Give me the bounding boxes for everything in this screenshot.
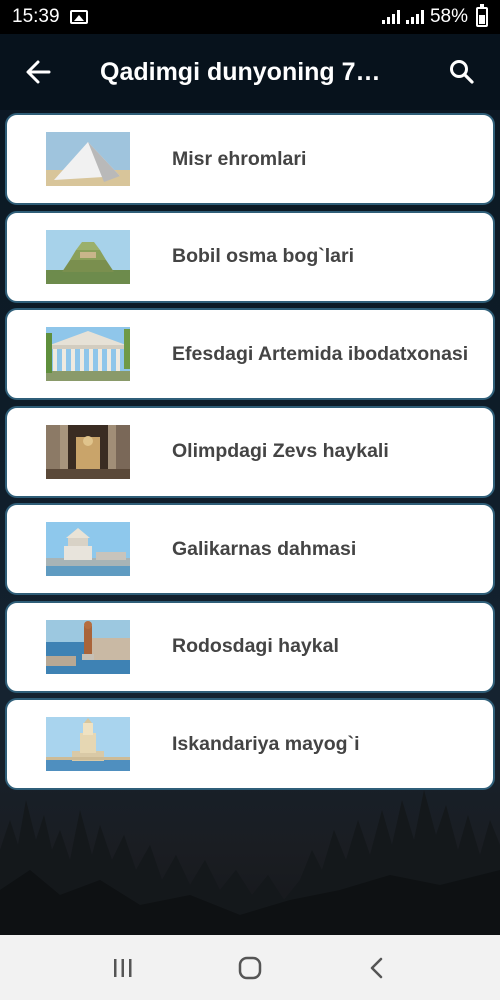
- colossus-of-rhodes-thumbnail: [46, 619, 130, 674]
- home-button[interactable]: [220, 938, 280, 998]
- list-item-label: Misr ehromlari: [172, 147, 307, 170]
- app-bar: Qadimgi dunyoning 7…: [0, 34, 500, 110]
- battery-icon: [476, 4, 488, 27]
- list-item-label: Bobil osma bog`lari: [172, 245, 355, 267]
- statue-of-zeus-thumbnail: [46, 424, 130, 479]
- hanging-gardens-thumbnail: [46, 229, 130, 284]
- lighthouse-of-alexandria-thumbnail: [46, 717, 130, 771]
- status-icons: 58%: [381, 4, 488, 28]
- list-item-label: Rodosdagi haykal: [172, 635, 339, 657]
- back-button[interactable]: [0, 34, 76, 110]
- signal-icon: [405, 10, 424, 24]
- list-item[interactable]: Efesdagi Artemida ibodatxonasi: [5, 308, 495, 400]
- nav-back-button[interactable]: [347, 938, 407, 998]
- list-item-label: Galikarnas dahmasi: [172, 537, 357, 560]
- signal-icon: [381, 10, 400, 24]
- recent-apps-icon: [114, 958, 132, 977]
- page-title: Qadimgi dunyoning 7…: [100, 57, 381, 86]
- temple-of-artemis-thumbnail: [46, 327, 130, 381]
- recent-apps-button[interactable]: [93, 938, 153, 998]
- search-icon: [450, 60, 474, 84]
- gallery-icon: [69, 10, 88, 24]
- list-item[interactable]: Galikarnas dahmasi: [5, 503, 495, 595]
- pyramid-thumbnail: [46, 132, 130, 186]
- list-item[interactable]: Bobil osma bog`lari: [5, 210, 495, 303]
- list-item[interactable]: Misr ehromlari: [5, 113, 495, 205]
- system-nav-bar: [0, 935, 500, 1000]
- back-icon: [370, 957, 382, 978]
- list-item-label: Olimpdagi Zevs haykali: [172, 440, 389, 462]
- list-item-label: Iskandariya mayog`i: [172, 732, 360, 755]
- wonders-list: Misr ehromlari Bobil osma bog`lari Efesd…: [5, 113, 495, 796]
- status-bar: 15:39 58%: [0, 0, 500, 34]
- screen: 15:39 58% Qadimgi dunyoning 7… Misr ehro…: [0, 0, 500, 1000]
- list-item[interactable]: Olimpdagi Zevs haykali: [5, 405, 495, 498]
- arrow-left-icon: [26, 60, 51, 84]
- search-button[interactable]: [424, 34, 500, 110]
- home-icon: [238, 956, 262, 979]
- list-item-label: Efesdagi Artemida ibodatxonasi: [172, 342, 469, 365]
- battery-percent: 58%: [429, 6, 468, 27]
- list-item[interactable]: Iskandariya mayog`i: [5, 698, 495, 790]
- status-time: 15:39: [12, 6, 60, 27]
- mausoleum-thumbnail: [46, 522, 130, 576]
- list-item[interactable]: Rodosdagi haykal: [5, 600, 495, 693]
